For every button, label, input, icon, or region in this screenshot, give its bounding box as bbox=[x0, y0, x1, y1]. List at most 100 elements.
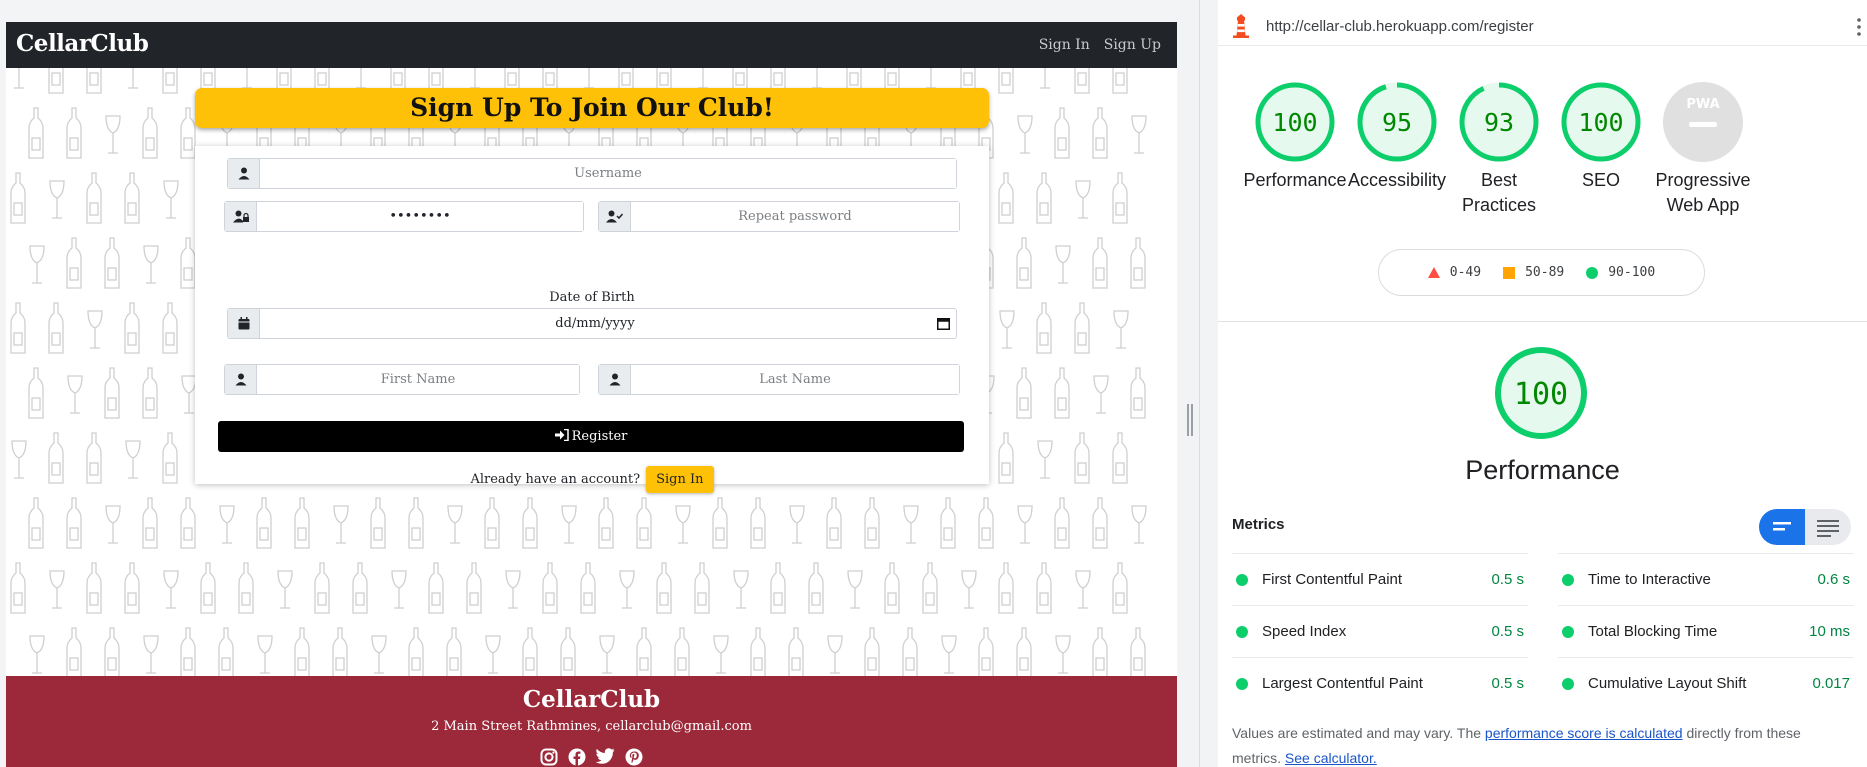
wine-bottle-icon bbox=[1092, 627, 1108, 679]
wine-glass-icon bbox=[1055, 635, 1071, 674]
legend-fail: 0-49 bbox=[1427, 265, 1481, 280]
user-check-icon bbox=[599, 202, 631, 231]
navbar: CellarClub Sign In Sign Up bbox=[6, 22, 1177, 68]
dob-input[interactable]: dd/mm/yyyy bbox=[260, 309, 956, 338]
wine-glass-icon bbox=[143, 635, 159, 674]
wine-bottle-icon bbox=[370, 497, 386, 549]
nav-sign-up-link[interactable]: Sign Up bbox=[1104, 37, 1161, 53]
wine-bottle-icon bbox=[1112, 172, 1128, 224]
section-divider bbox=[1218, 321, 1867, 322]
wine-glass-icon bbox=[619, 570, 635, 609]
wine-bottle-icon bbox=[332, 627, 348, 679]
splitter-grip-icon[interactable] bbox=[1187, 404, 1193, 436]
wine-glass-icon bbox=[713, 635, 729, 674]
wine-glass-icon bbox=[257, 635, 273, 674]
wine-bottle-icon bbox=[48, 432, 64, 484]
user-icon bbox=[225, 365, 257, 394]
wine-bottle-icon bbox=[1092, 497, 1108, 549]
gauge-score: 95 bbox=[1382, 108, 1412, 137]
wine-glass-icon bbox=[599, 635, 615, 674]
metric-label: First Contentful Paint bbox=[1262, 571, 1403, 588]
wine-bottle-icon bbox=[124, 562, 140, 614]
lighthouse-icon bbox=[1232, 14, 1250, 43]
average-square-icon bbox=[1503, 266, 1516, 279]
expanded-view-button[interactable] bbox=[1805, 509, 1851, 550]
wine-glass-icon bbox=[485, 635, 501, 674]
wine-bottle-icon bbox=[294, 627, 310, 679]
username-input[interactable] bbox=[260, 159, 956, 188]
wine-bottle-icon bbox=[598, 497, 614, 549]
gauge-score: 100 bbox=[1272, 108, 1317, 137]
wine-glass-icon bbox=[1037, 440, 1053, 479]
metric-value: 0.5 s bbox=[1491, 571, 1524, 588]
wine-bottle-icon bbox=[560, 627, 576, 679]
already-have-account-text: Already have an account? bbox=[470, 472, 641, 487]
pwa-dash-icon bbox=[1689, 122, 1717, 127]
gauge-score: 93 bbox=[1484, 108, 1514, 137]
footer-address: 2 Main Street Rathmines, cellarclub@gmai… bbox=[431, 719, 752, 734]
wine-bottle-icon bbox=[998, 172, 1014, 224]
wine-glass-icon bbox=[926, 68, 936, 89]
wine-bottle-icon bbox=[66, 237, 82, 289]
see-calculator-link[interactable]: See calculator. bbox=[1285, 750, 1377, 766]
note-text-prefix: Values are estimated and may vary. The bbox=[1232, 725, 1485, 741]
wine-glass-icon bbox=[733, 570, 749, 609]
navbar-brand[interactable]: CellarClub bbox=[16, 30, 149, 57]
pass-circle-icon bbox=[1236, 573, 1248, 586]
metrics-note: Values are estimated and may vary. The p… bbox=[1232, 721, 1852, 767]
gauge-progressive-web-app[interactable]: PWA Progressive Web App bbox=[1641, 80, 1765, 218]
wine-glass-icon bbox=[87, 310, 103, 349]
compact-view-button[interactable] bbox=[1759, 509, 1805, 545]
wine-glass-icon bbox=[29, 635, 45, 674]
wine-bottle-icon bbox=[162, 68, 178, 94]
last-name-input[interactable] bbox=[631, 365, 959, 394]
wine-bottle-icon bbox=[636, 497, 652, 549]
wine-glass-icon bbox=[371, 635, 387, 674]
audited-url[interactable]: http://cellar-club.herokuapp.com/registe… bbox=[1266, 18, 1534, 35]
nav-sign-in-link[interactable]: Sign In bbox=[1039, 37, 1090, 53]
wine-bottle-icon bbox=[180, 627, 196, 679]
wine-bottle-icon bbox=[28, 497, 44, 549]
wine-bottle-icon bbox=[1054, 367, 1070, 419]
form-sign-in-button[interactable]: Sign In bbox=[646, 466, 714, 493]
wine-glass-icon bbox=[163, 570, 179, 609]
pass-circle-icon bbox=[1562, 677, 1574, 690]
score-calculated-link[interactable]: performance score is calculated bbox=[1485, 725, 1683, 741]
wine-bottle-icon bbox=[1074, 68, 1090, 94]
facebook-icon[interactable] bbox=[568, 748, 586, 766]
instagram-icon[interactable] bbox=[540, 748, 558, 766]
wine-bottle-icon bbox=[104, 367, 120, 419]
dob-label: Date of Birth bbox=[549, 290, 635, 305]
repeat-password-input[interactable] bbox=[631, 202, 959, 231]
wine-bottle-icon bbox=[674, 627, 690, 679]
wine-glass-icon bbox=[1055, 245, 1071, 284]
metrics-view-toggle[interactable] bbox=[1759, 509, 1851, 545]
wine-bottle-icon bbox=[142, 107, 158, 159]
date-picker-icon[interactable] bbox=[930, 317, 956, 330]
wine-bottle-icon bbox=[314, 562, 330, 614]
wine-bottle-icon bbox=[636, 627, 652, 679]
wine-bottle-icon bbox=[1092, 237, 1108, 289]
twitter-icon[interactable] bbox=[596, 748, 615, 766]
panel-splitter[interactable] bbox=[1178, 0, 1200, 767]
first-name-input[interactable] bbox=[257, 365, 579, 394]
wine-bottle-icon bbox=[1092, 107, 1108, 159]
sign-in-arrow-icon bbox=[554, 428, 569, 445]
wine-bottle-icon bbox=[922, 562, 938, 614]
wine-bottle-icon bbox=[180, 107, 196, 159]
main-category-label: Performance bbox=[1465, 455, 1620, 485]
wine-bottle-icon bbox=[142, 367, 158, 419]
metric-label: Speed Index bbox=[1262, 623, 1347, 640]
dob-input-group: dd/mm/yyyy bbox=[227, 308, 957, 339]
wine-glass-icon bbox=[941, 635, 957, 674]
user-icon bbox=[228, 159, 260, 188]
wine-bottle-icon bbox=[940, 497, 956, 549]
register-button[interactable]: Register bbox=[218, 421, 964, 452]
wine-bottle-icon bbox=[808, 562, 824, 614]
more-options-icon[interactable] bbox=[1857, 18, 1861, 36]
metric-row: Cumulative Layout Shift 0.017 bbox=[1558, 657, 1854, 709]
site-viewport: CellarClub Sign In Sign Up Sign Up To Jo… bbox=[6, 22, 1177, 767]
password-input[interactable]: •••••••• bbox=[257, 202, 583, 231]
wine-bottle-icon bbox=[978, 627, 994, 679]
pinterest-icon[interactable] bbox=[625, 748, 643, 766]
